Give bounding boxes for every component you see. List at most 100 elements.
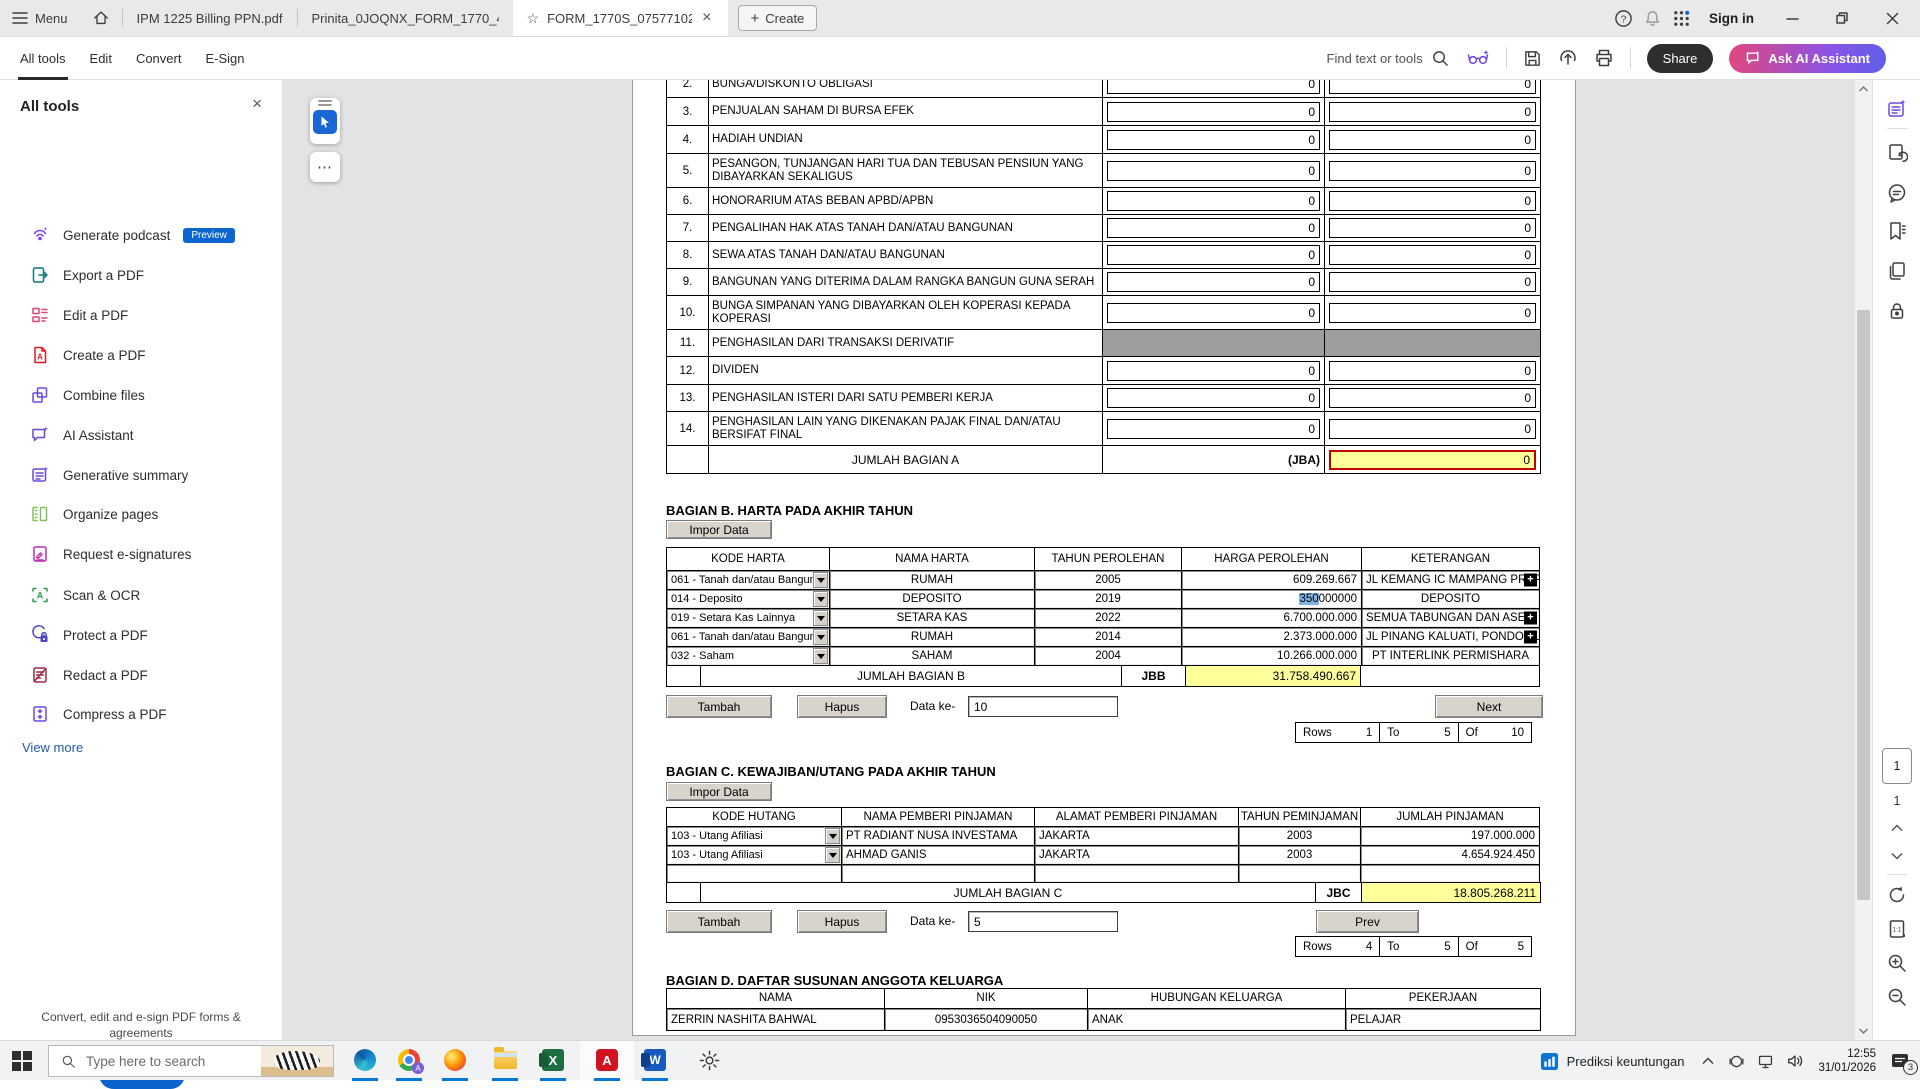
window-close-button[interactable] — [1872, 0, 1912, 37]
pages-icon[interactable] — [1886, 260, 1908, 282]
amount-field[interactable]: 0 — [1107, 102, 1320, 122]
dropdown-arrow-icon[interactable] — [813, 648, 828, 664]
total-c-field[interactable]: 18.805.268.211 — [1361, 882, 1541, 903]
tool-create-pdf[interactable]: A Create a PDF — [0, 335, 283, 375]
windows-start-button[interactable] — [10, 1049, 34, 1073]
data-ke-b-input[interactable]: 10 — [968, 696, 1118, 717]
empty-field[interactable] — [666, 864, 842, 883]
amount-field[interactable]: 0 — [1329, 80, 1536, 94]
restore-button[interactable] — [1822, 0, 1862, 37]
dropdown-arrow-icon[interactable] — [813, 572, 828, 588]
dropdown-arrow-icon[interactable] — [813, 610, 828, 626]
lock-icon[interactable] — [1886, 300, 1908, 322]
amount-field[interactable]: 0 — [1107, 272, 1320, 292]
taskbar-word-icon[interactable]: W — [642, 1047, 668, 1073]
tahun-field[interactable]: 2005 — [1034, 570, 1182, 590]
keterangan-field[interactable]: SEMUA TABUNGAN DAN ASET+ — [1361, 608, 1540, 628]
vertical-scrollbar[interactable] — [1855, 80, 1872, 1040]
tab-document-2[interactable]: Prinita_0JOQNX_FORM_1770_4... — [298, 0, 513, 36]
tool-ai-assistant[interactable]: AI Assistant — [0, 415, 283, 455]
pekerjaan-field[interactable]: PELAJAR — [1345, 1008, 1541, 1031]
export-convert-icon[interactable] — [1886, 142, 1908, 164]
amount-field[interactable]: 0 — [1329, 245, 1536, 265]
harga-field[interactable]: 6.700.000.000 — [1181, 608, 1362, 628]
dropdown-arrow-icon[interactable] — [825, 828, 840, 844]
harga-field-selected[interactable]: 350000000 — [1181, 589, 1362, 609]
nama-field[interactable]: ZERRIN NASHITA BAHWAL — [666, 1008, 885, 1031]
hubungan-field[interactable]: ANAK — [1087, 1008, 1346, 1031]
home-button[interactable] — [80, 0, 122, 36]
keterangan-field[interactable]: DEPOSITO — [1361, 589, 1540, 609]
amount-field[interactable]: 0 — [1329, 130, 1536, 150]
nama-harta-field[interactable]: RUMAH — [829, 627, 1035, 647]
chevron-down-icon[interactable] — [1891, 852, 1903, 860]
tab-esign[interactable]: E-Sign — [193, 37, 256, 80]
nama-pemberi-field[interactable]: AHMAD GANIS — [841, 845, 1035, 865]
harga-field[interactable]: 609.269.667 — [1181, 570, 1362, 590]
tab-close-icon[interactable]: × — [700, 9, 713, 27]
sign-in-button[interactable]: Sign in — [1709, 11, 1754, 26]
empty-field[interactable] — [1034, 864, 1239, 883]
total-a-field[interactable]: 0 — [1329, 450, 1536, 470]
zoom-in-icon[interactable] — [1886, 952, 1908, 974]
keterangan-field[interactable]: JL PINANG KALUATI, PONDOK L+ — [1361, 627, 1540, 647]
hapus-b-button[interactable]: Hapus — [797, 695, 887, 718]
chevron-up-icon[interactable] — [1891, 824, 1903, 832]
bell-icon[interactable] — [1643, 9, 1662, 28]
tool-redact-pdf[interactable]: Redact a PDF — [0, 655, 283, 695]
amount-field[interactable]: 0 — [1107, 130, 1320, 150]
zoom-out-icon[interactable] — [1886, 986, 1908, 1008]
generative-summary-icon[interactable] — [1886, 98, 1908, 120]
kode-harta-select[interactable]: 032 - Saham — [666, 646, 830, 666]
tool-edit-pdf[interactable]: Edit a PDF — [0, 295, 283, 335]
data-ke-c-input[interactable]: 5 — [968, 911, 1118, 932]
tool-organize-pages[interactable]: Organize pages — [0, 494, 283, 534]
notifications-button[interactable]: 3 — [1890, 1051, 1910, 1071]
hapus-c-button[interactable]: Hapus — [797, 910, 887, 933]
tahun-field[interactable]: 2003 — [1238, 826, 1361, 846]
amount-field[interactable]: 0 — [1329, 303, 1536, 323]
jumlah-field[interactable]: 197.000.000 — [1360, 826, 1540, 846]
volume-icon[interactable] — [1786, 1052, 1804, 1070]
amount-field[interactable]: 0 — [1329, 102, 1536, 122]
harga-field[interactable]: 2.373.000.000 — [1181, 627, 1362, 647]
amount-field[interactable]: 0 — [1329, 218, 1536, 238]
empty-field[interactable] — [1360, 864, 1540, 883]
tool-combine-files[interactable]: Combine files — [0, 375, 283, 415]
ai-glasses-icon[interactable] — [1466, 48, 1490, 68]
tool-export-pdf[interactable]: Export a PDF — [0, 255, 283, 295]
taskbar-excel-icon[interactable]: X — [540, 1047, 566, 1073]
amount-field[interactable]: 0 — [1107, 388, 1320, 408]
comments-icon[interactable] — [1886, 182, 1908, 204]
drag-handle[interactable] — [318, 100, 332, 102]
amount-field[interactable]: 0 — [1107, 80, 1320, 94]
search-icon[interactable] — [1431, 49, 1450, 68]
amount-field[interactable]: 0 — [1107, 218, 1320, 238]
tahun-field[interactable]: 2004 — [1034, 646, 1182, 666]
tool-compress-pdf[interactable]: Compress a PDF — [0, 694, 283, 734]
amount-field[interactable]: 0 — [1329, 388, 1536, 408]
kode-harta-select[interactable]: 061 - Tanah dan/atau Banguna — [666, 627, 830, 647]
actual-size-icon[interactable]: 1:1 — [1886, 918, 1908, 940]
tab-edit[interactable]: Edit — [78, 37, 124, 80]
kode-harta-select[interactable]: 014 - Deposito — [666, 589, 830, 609]
nama-harta-field[interactable]: SAHAM — [829, 646, 1035, 666]
share-button[interactable]: Share — [1647, 44, 1714, 73]
nama-harta-field[interactable]: RUMAH — [829, 570, 1035, 590]
dropdown-arrow-icon[interactable] — [813, 591, 828, 607]
save-icon[interactable] — [1523, 49, 1542, 68]
tool-generative-summary[interactable]: Generative summary — [0, 455, 283, 495]
next-button[interactable]: Next — [1435, 695, 1543, 718]
import-data-c-button[interactable]: Impor Data — [666, 782, 772, 801]
nama-pemberi-field[interactable]: PT RADIANT NUSA INVESTAMA — [841, 826, 1035, 846]
clock[interactable]: 12:55 31/01/2026 — [1818, 1047, 1876, 1076]
meet-now-icon[interactable] — [1728, 1053, 1745, 1070]
keterangan-field[interactable]: PT INTERLINK PERMISHARA — [1361, 646, 1540, 666]
scrollbar-thumb[interactable] — [1857, 310, 1870, 900]
total-b-field[interactable]: 31.758.490.667 — [1185, 665, 1361, 687]
scroll-up-icon[interactable] — [1859, 86, 1868, 92]
amount-field[interactable]: 0 — [1329, 191, 1536, 211]
bookmarks-icon[interactable] — [1886, 220, 1908, 242]
tab-convert[interactable]: Convert — [124, 37, 194, 80]
view-more-link[interactable]: View more — [22, 740, 83, 755]
